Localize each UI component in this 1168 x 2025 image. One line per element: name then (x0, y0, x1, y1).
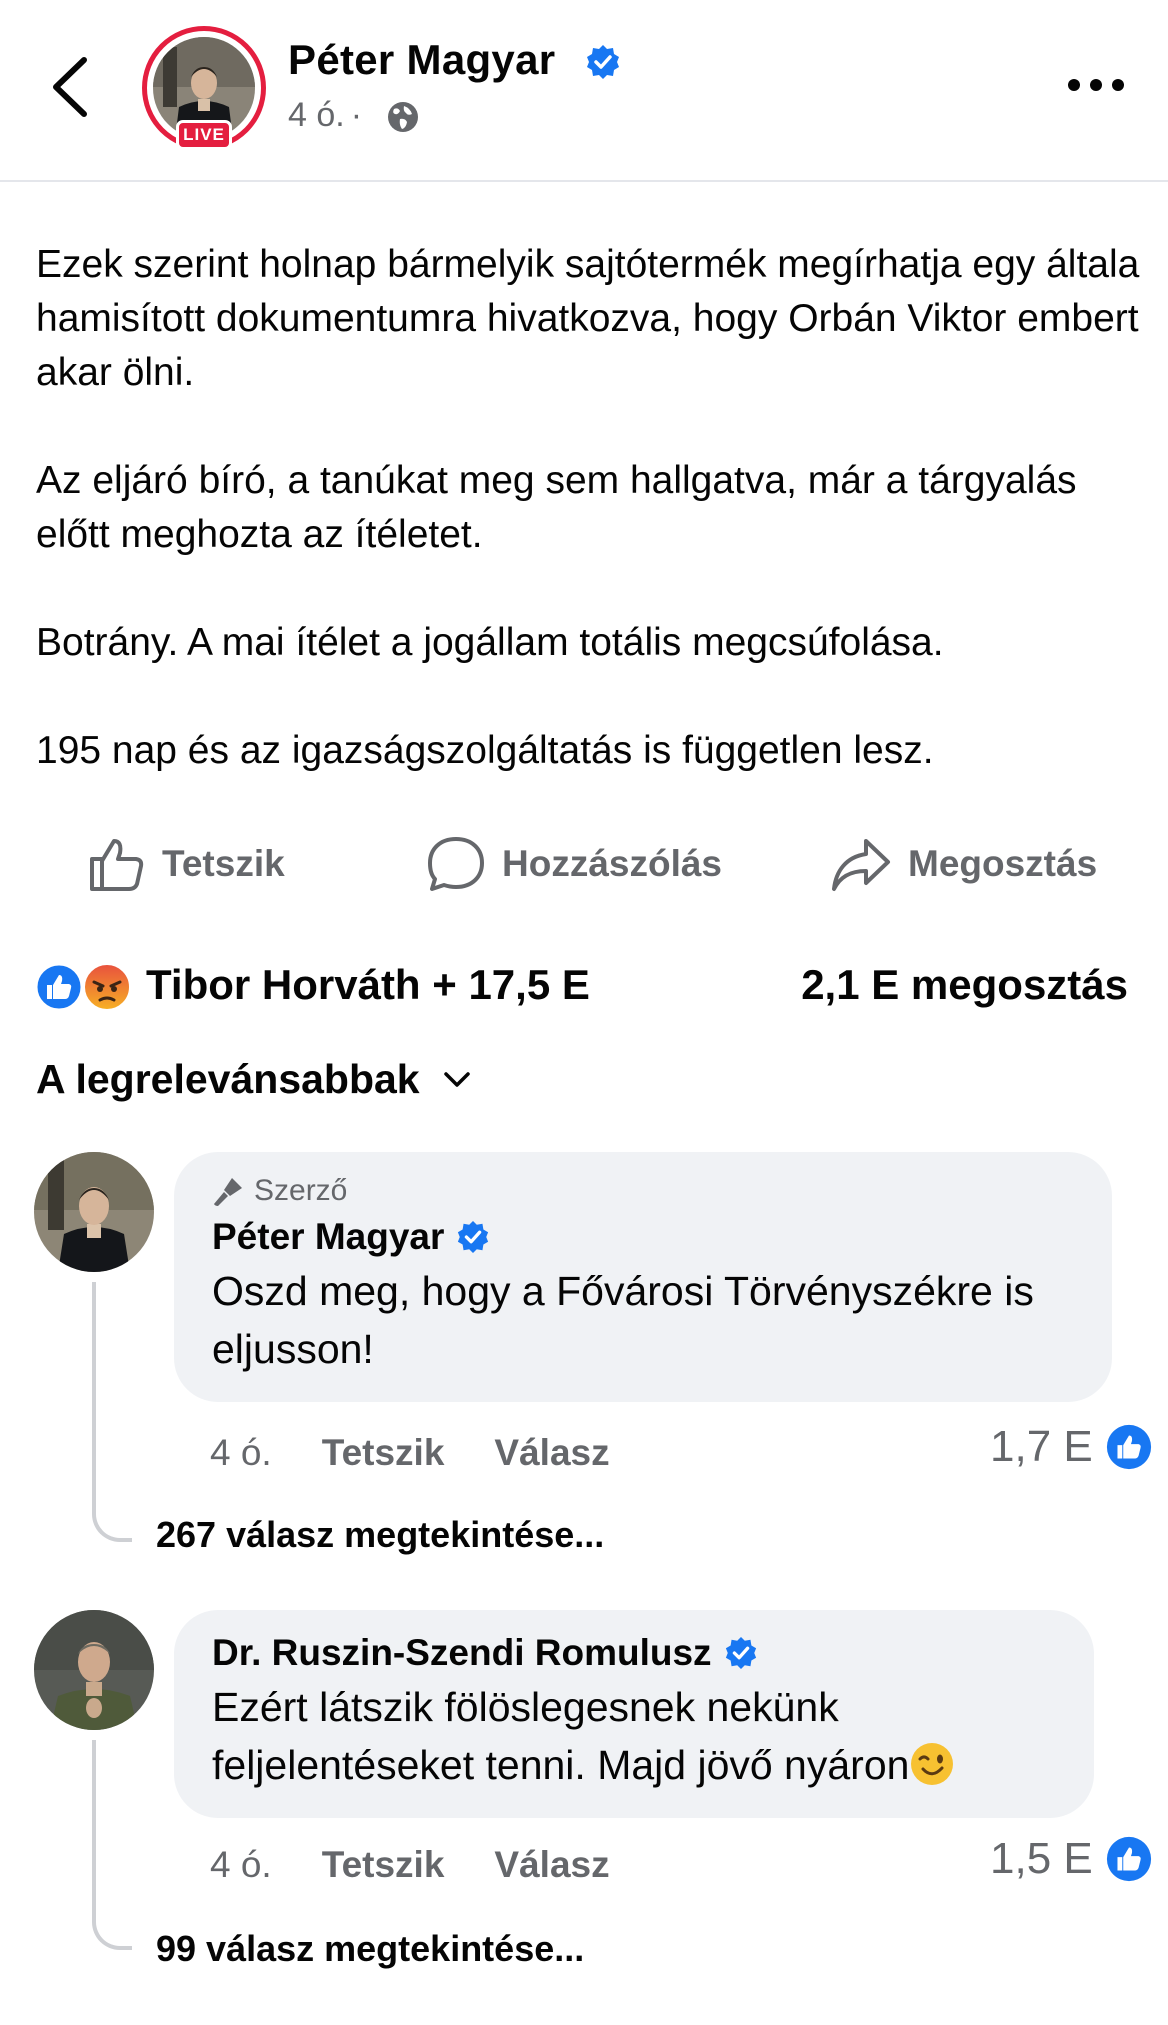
shares-count[interactable]: 2,1 E megosztás (801, 958, 1128, 1012)
author-tag-label: Szerző (254, 1174, 348, 1207)
share-label: Megosztás (908, 843, 1098, 884)
comment-reaction-count[interactable]: 1,7 E (990, 1422, 1153, 1472)
microphone-icon (214, 1178, 242, 1206)
post-paragraph: Az eljáró bíró, a tanúkat meg sem hallga… (36, 459, 1077, 556)
post-paragraph: Ezek szerint holnap bármelyik sajtótermé… (36, 243, 1140, 394)
like-reaction-icon (1106, 1836, 1151, 1882)
reaction-count-text: 1,5 E (990, 1834, 1093, 1883)
like-reaction-icon (34, 962, 84, 1012)
comment-bubble-icon (428, 837, 484, 891)
comment-text: Ezért látszik fölöslegesnek nekünk felje… (212, 1678, 1056, 1794)
post-header: LIVE Péter Magyar 4 ó. · (0, 0, 1168, 182)
comment-sort-dropdown[interactable]: A legrelevánsabbak (36, 1056, 472, 1103)
chevron-down-icon (443, 1071, 470, 1087)
post-meta: 4 ó. · (288, 96, 368, 135)
comment-like-button[interactable]: Tetszik (322, 1844, 445, 1886)
reaction-icons (34, 960, 136, 1012)
author-name[interactable]: Péter Magyar (288, 36, 555, 84)
comment-meta: 4 ó. Tetszik Válasz (210, 1844, 660, 1886)
share-button[interactable]: Megosztás (830, 832, 1097, 896)
thumbs-up-icon (90, 839, 144, 891)
view-replies-link[interactable]: 99 válasz megtekintése... (156, 1928, 584, 1970)
comment-avatar[interactable] (34, 1610, 154, 1730)
comment-bubble: Szerző Péter Magyar Oszd meg, hogy a Főv… (174, 1152, 1112, 1402)
author-avatar[interactable]: LIVE (142, 26, 266, 150)
live-badge: LIVE (176, 120, 232, 150)
post-time[interactable]: 4 ó. (288, 96, 345, 134)
angry-reaction-icon (83, 963, 131, 1011)
comment-avatar[interactable] (34, 1152, 154, 1272)
comment-reaction-count[interactable]: 1,5 E (990, 1834, 1153, 1884)
comment-time[interactable]: 4 ó. (210, 1432, 272, 1474)
commenter-name-text: Dr. Ruszin-Szendi Romulusz (212, 1632, 712, 1673)
like-reaction-icon (1106, 1424, 1151, 1470)
post-text: Ezek szerint holnap bármelyik sajtótermé… (36, 238, 1146, 778)
comment-label: Hozzászólás (502, 843, 723, 884)
sort-label: A legrelevánsabbak (36, 1056, 420, 1102)
verified-badge-icon (725, 1636, 756, 1670)
post-paragraph: Botrány. A mai ítélet a jogállam totális… (36, 621, 944, 664)
commenter-name-text: Péter Magyar (212, 1216, 445, 1257)
comment-like-button[interactable]: Tetszik (322, 1432, 445, 1474)
comment-button[interactable]: Hozzászólás (426, 832, 722, 896)
back-arrow-icon[interactable] (44, 52, 96, 122)
comment-reply-button[interactable]: Válasz (494, 1844, 609, 1886)
like-button[interactable]: Tetszik (88, 832, 285, 896)
reactions-count: Tibor Horváth + 17,5 E (146, 961, 590, 1008)
author-tag: Szerző (212, 1174, 1074, 1208)
verified-badge-icon (587, 45, 619, 79)
commenter-name[interactable]: Dr. Ruszin-Szendi Romulusz (212, 1632, 1056, 1674)
comment-bubble: Dr. Ruszin-Szendi Romulusz Ezért látszik… (174, 1610, 1094, 1818)
globe-icon (388, 102, 418, 132)
commenter-name[interactable]: Péter Magyar (212, 1216, 1074, 1258)
meta-separator: · (350, 96, 363, 134)
thread-line (92, 1282, 132, 1542)
winking-face-emoji-icon (911, 1743, 954, 1785)
comment-text-line-2: feljelentéseket tenni. Majd jövő nyáron (212, 1742, 910, 1788)
reactions-summary[interactable]: Tibor Horváth + 17,5 E (34, 958, 590, 1012)
like-label: Tetszik (162, 843, 285, 884)
comment-text: Oszd meg, hogy a Fővárosi Törvényszékre … (212, 1268, 1034, 1372)
view-replies-link[interactable]: 267 válasz megtekintése... (156, 1514, 604, 1556)
verified-badge-icon (458, 1220, 489, 1254)
comment-reply-button[interactable]: Válasz (494, 1432, 609, 1474)
more-options-icon[interactable] (1066, 74, 1126, 96)
post-paragraph: 195 nap és az igazságszolgáltatás is füg… (36, 729, 934, 772)
comment-text-line: feljelentéseket tenni. Majd jövő nyáron (212, 1736, 1056, 1794)
share-arrow-icon (832, 839, 890, 891)
comment-meta: 4 ó. Tetszik Válasz (210, 1432, 660, 1474)
reaction-count-text: 1,7 E (990, 1422, 1093, 1471)
comment-time[interactable]: 4 ó. (210, 1844, 272, 1886)
comment-text-line: Ezért látszik fölöslegesnek nekünk (212, 1684, 839, 1730)
thread-line (92, 1740, 132, 1950)
